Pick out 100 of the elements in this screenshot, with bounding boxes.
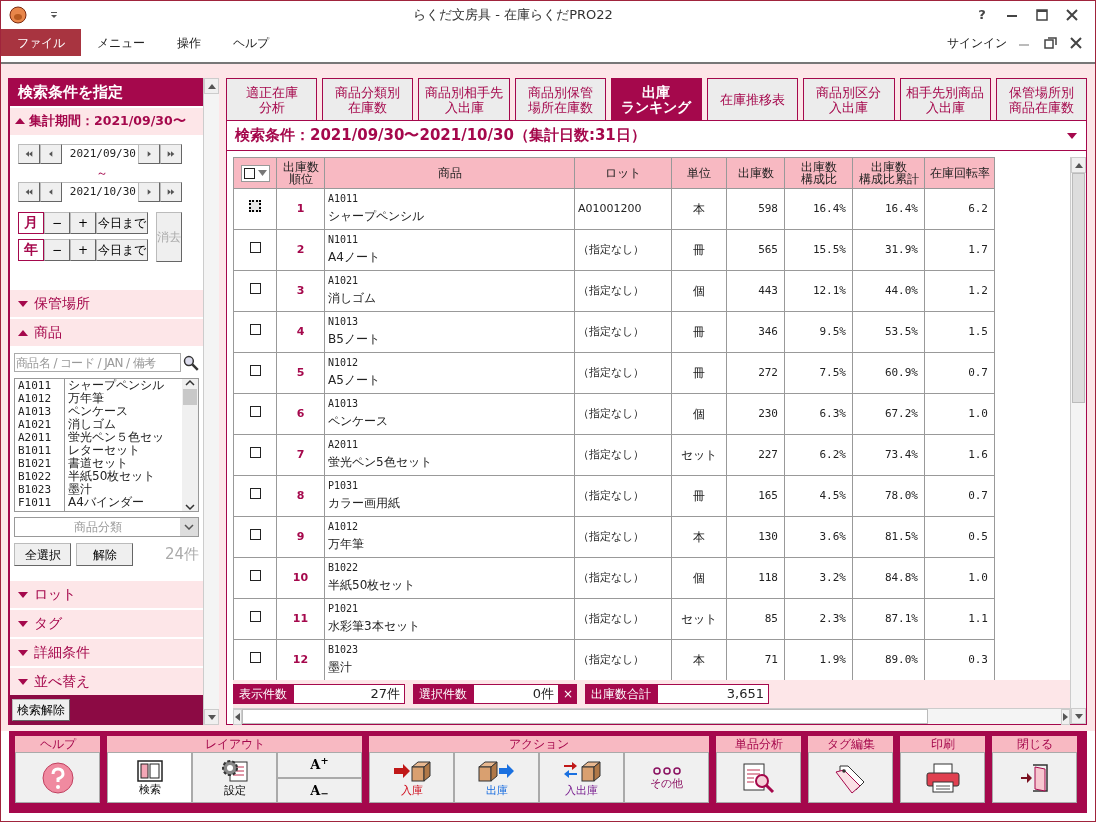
list-scrollbar[interactable] (182, 379, 198, 512)
column-header[interactable]: 出庫数 (726, 157, 785, 189)
list-item-code[interactable]: A2011 (18, 431, 64, 445)
tab[interactable]: 商品別相手先 入出庫 (418, 78, 510, 120)
list-item-code[interactable]: A1011 (18, 379, 64, 393)
list-item-name[interactable]: シャープペンシル (68, 379, 182, 393)
column-header[interactable]: 出庫数 構成比 (784, 157, 853, 189)
row-checkbox[interactable] (249, 241, 261, 253)
section-header[interactable]: 集計期間：2021/09/30〜 (10, 108, 203, 135)
box-transfer-button[interactable]: 入出庫 (539, 752, 624, 803)
tab[interactable]: 商品分類別 在庫数 (322, 78, 414, 120)
printer-button[interactable] (900, 752, 985, 803)
list-item-name[interactable]: 半紙50枚セット (68, 470, 182, 484)
tab[interactable]: 適正在庫 分析 (226, 78, 318, 120)
row-checkbox[interactable] (249, 200, 261, 213)
tab[interactable]: 保管場所別 商品在庫数 (995, 78, 1087, 120)
tag-button[interactable] (808, 752, 893, 803)
section-header[interactable]: 詳細条件 (10, 639, 203, 667)
list-item-code[interactable]: F1011 (18, 496, 64, 510)
row-checkbox[interactable] (249, 364, 261, 376)
row-checkbox[interactable] (249, 405, 261, 417)
list-item-name[interactable]: 蛍光ペン５色セッ (68, 431, 182, 445)
row-checkbox[interactable] (249, 487, 261, 499)
tab[interactable]: 商品別区分 入出庫 (803, 78, 895, 120)
row-checkbox[interactable] (249, 282, 261, 294)
section-header[interactable]: 保管場所 (10, 290, 203, 318)
menu-item[interactable]: 操作 (161, 29, 217, 56)
row-checkbox[interactable] (249, 528, 261, 540)
increment-button[interactable]: + (70, 238, 96, 261)
row-checkbox[interactable] (249, 323, 261, 335)
list-item-code[interactable]: B1011 (18, 444, 64, 458)
list-item-name[interactable]: A4バインダー (68, 496, 182, 510)
list-item-code[interactable]: A1013 (18, 405, 64, 419)
next-button[interactable] (138, 181, 160, 202)
tab[interactable]: 相手先別商品 入出庫 (899, 78, 991, 120)
box-out-button[interactable]: 出庫 (454, 752, 539, 803)
expand-icon[interactable] (18, 677, 28, 686)
row-checkbox[interactable] (249, 569, 261, 581)
scrollbar-thumb[interactable] (1072, 173, 1085, 403)
column-header[interactable]: 商品 (324, 157, 575, 189)
last-button[interactable] (160, 143, 182, 164)
dropdown-icon[interactable] (49, 10, 59, 20)
expand-icon[interactable] (18, 619, 28, 628)
reset-search-button[interactable]: 検索解除 (12, 699, 70, 721)
menu-item[interactable]: ファイル (1, 29, 81, 56)
vertical-scrollbar[interactable] (1070, 157, 1086, 724)
collapse-icon[interactable] (18, 328, 28, 337)
dropdown-icon[interactable] (1066, 131, 1078, 140)
scroll-down-icon[interactable] (1073, 712, 1084, 720)
previous-button[interactable] (40, 143, 62, 164)
tab[interactable]: 在庫推移表 (707, 78, 799, 120)
next-button[interactable] (138, 143, 160, 164)
clear-selection-button[interactable]: × (559, 684, 577, 704)
list-item-code[interactable]: B1022 (18, 470, 64, 484)
scroll-up-icon[interactable] (1073, 161, 1084, 169)
deselect-button[interactable]: 解除 (76, 543, 133, 567)
font-decrease-button[interactable]: A$_{−}$ (277, 777, 362, 803)
decrement-button[interactable]: − (44, 211, 70, 234)
collapse-icon[interactable] (15, 117, 25, 126)
list-item-code[interactable]: A1012 (18, 392, 64, 406)
section-header[interactable]: タグ (10, 610, 203, 638)
list-item-code[interactable]: A1021 (18, 418, 64, 432)
font-increase-button[interactable]: A$^{+}$ (277, 752, 362, 778)
horizontal-scrollbar[interactable] (233, 708, 1070, 724)
search-field[interactable]: 商品名 / コード / JAN / 備考 (14, 353, 182, 373)
more-button[interactable]: その他 (624, 752, 709, 803)
menu-item[interactable]: ヘルプ (217, 29, 285, 56)
list-item-name[interactable]: 万年筆 (68, 392, 182, 406)
section-header[interactable]: 商品 (10, 319, 203, 347)
previous-button[interactable] (40, 181, 62, 202)
magnifier-document-button[interactable] (716, 752, 801, 803)
list-item-name[interactable]: レターセット (68, 444, 182, 458)
last-button[interactable] (160, 181, 182, 202)
gear-button[interactable]: 設定 (192, 752, 277, 803)
column-header[interactable]: 在庫回転率 (924, 157, 995, 189)
row-checkbox[interactable] (249, 610, 261, 622)
list-item-code[interactable]: B1021 (18, 457, 64, 471)
layout-button[interactable]: 検索 (107, 752, 192, 803)
select-all-button[interactable]: 全選択 (14, 543, 71, 567)
scrollbar-thumb[interactable] (183, 389, 197, 406)
today-button[interactable]: 今日まで (96, 211, 148, 234)
row-checkbox[interactable] (249, 651, 261, 663)
list-item-code[interactable]: B1023 (18, 483, 64, 497)
list-item-name[interactable]: 消しゴム (68, 418, 182, 432)
tab[interactable]: 商品別保管 場所在庫数 (514, 78, 606, 120)
expand-icon[interactable] (18, 299, 28, 308)
help-button[interactable] (15, 752, 100, 803)
help-button[interactable]: ? (967, 5, 997, 25)
today-button[interactable]: 今日まで (96, 238, 148, 261)
scroll-down-icon[interactable] (206, 713, 217, 721)
column-header[interactable]: 単位 (671, 157, 727, 189)
decrement-button[interactable]: − (44, 238, 70, 261)
scrollbar-thumb[interactable] (242, 709, 928, 724)
scroll-up-icon[interactable] (206, 82, 217, 90)
column-header[interactable]: 出庫数 構成比累計 (852, 157, 925, 189)
section-header[interactable]: ロット (10, 581, 203, 609)
list-item-name[interactable]: ペンケース (68, 405, 182, 419)
expand-icon[interactable] (18, 590, 28, 599)
search-icon[interactable] (183, 354, 199, 371)
tab[interactable]: 出庫 ランキング (610, 78, 703, 120)
